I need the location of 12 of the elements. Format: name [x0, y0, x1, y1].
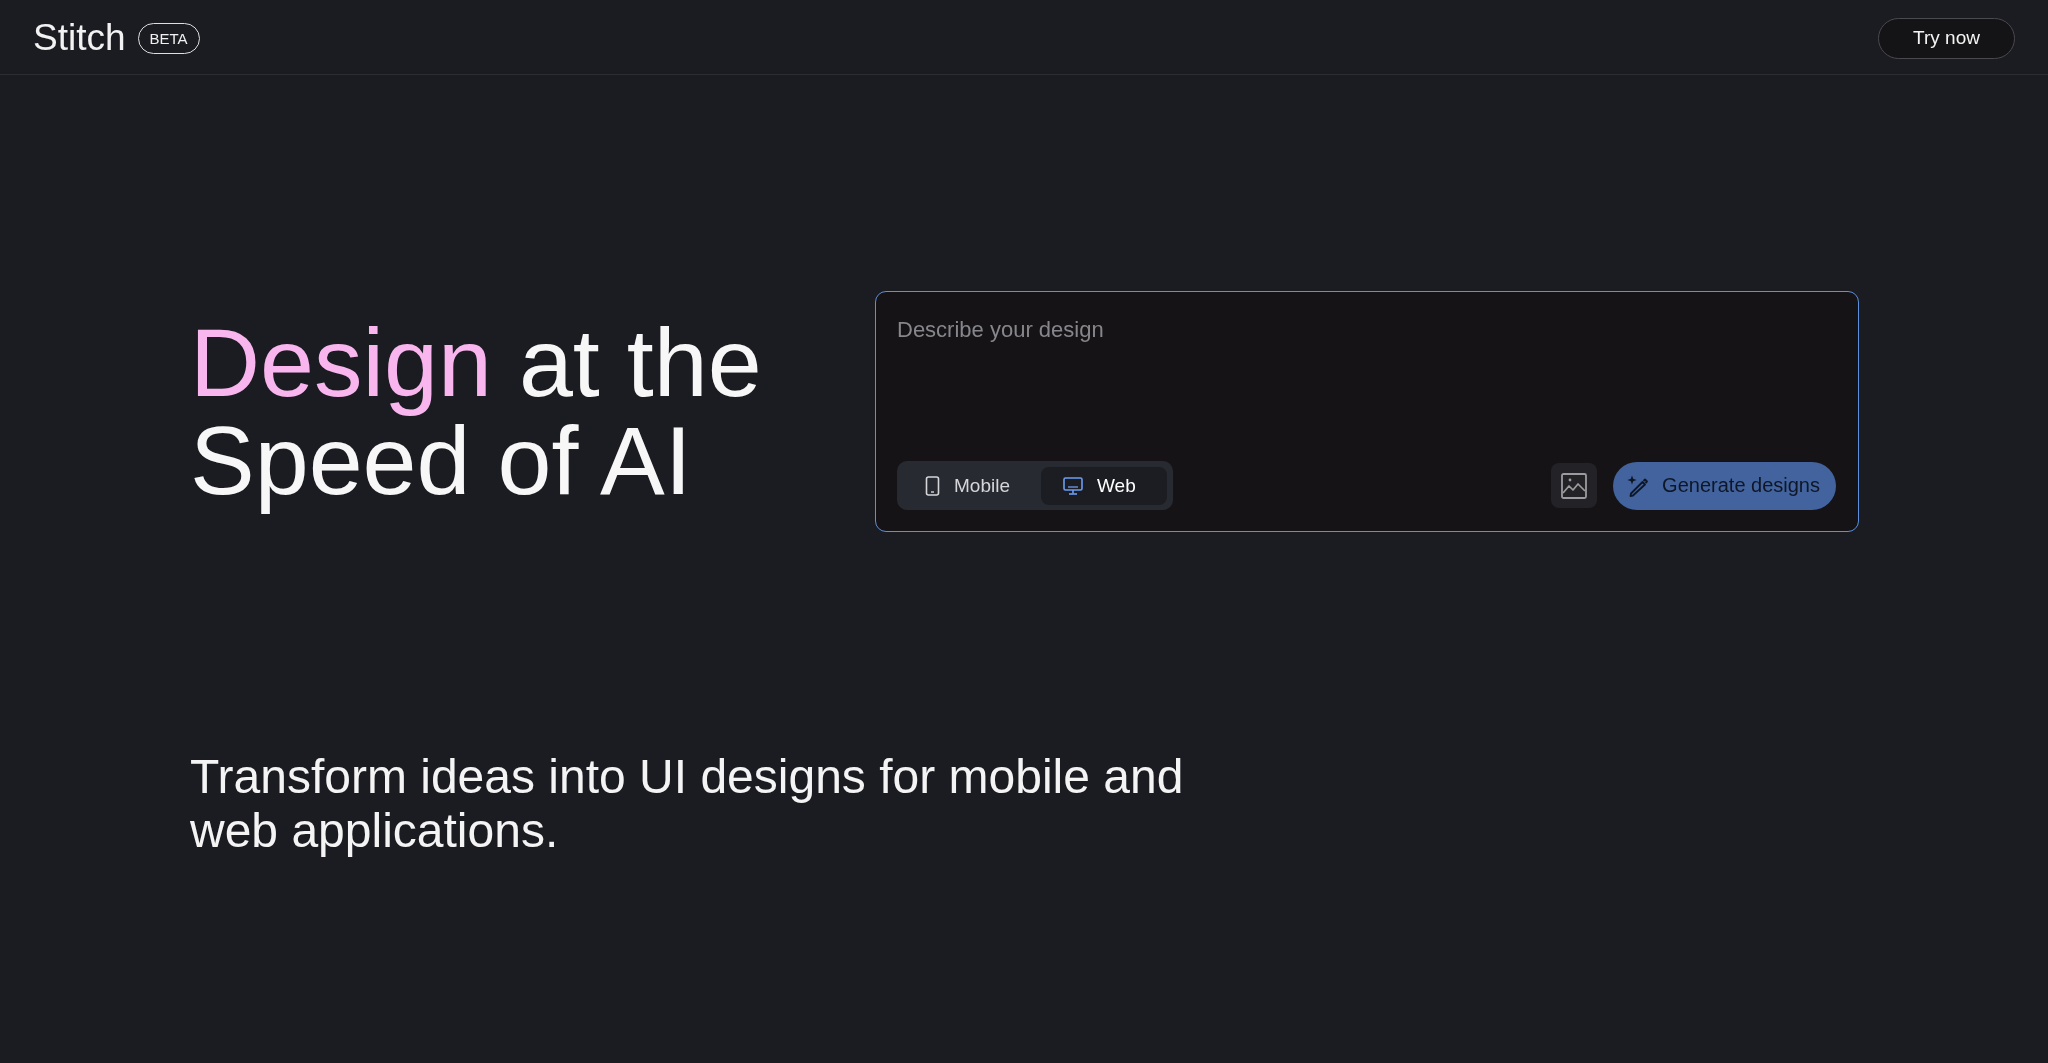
- prompt-field[interactable]: Describe your design: [897, 316, 1836, 453]
- phone-icon: [925, 475, 940, 496]
- sparkle-pen-icon: [1627, 474, 1650, 497]
- platform-tab[interactable]: Mobile: [903, 466, 1041, 505]
- monitor-icon: [1063, 476, 1083, 495]
- logo-text: Stitch: [33, 18, 126, 56]
- tagline: Transform ideas into UI designs for mobile and web applications.: [190, 750, 1185, 858]
- add-image-button[interactable]: [1551, 463, 1598, 508]
- image-icon: [1561, 472, 1588, 499]
- prompt-box[interactable]: Describe your design Mobile Web Generate designs: [875, 291, 1859, 532]
- try-now-button[interactable]: Try now: [1878, 17, 2015, 59]
- platform-tab[interactable]: Web: [1041, 466, 1167, 505]
